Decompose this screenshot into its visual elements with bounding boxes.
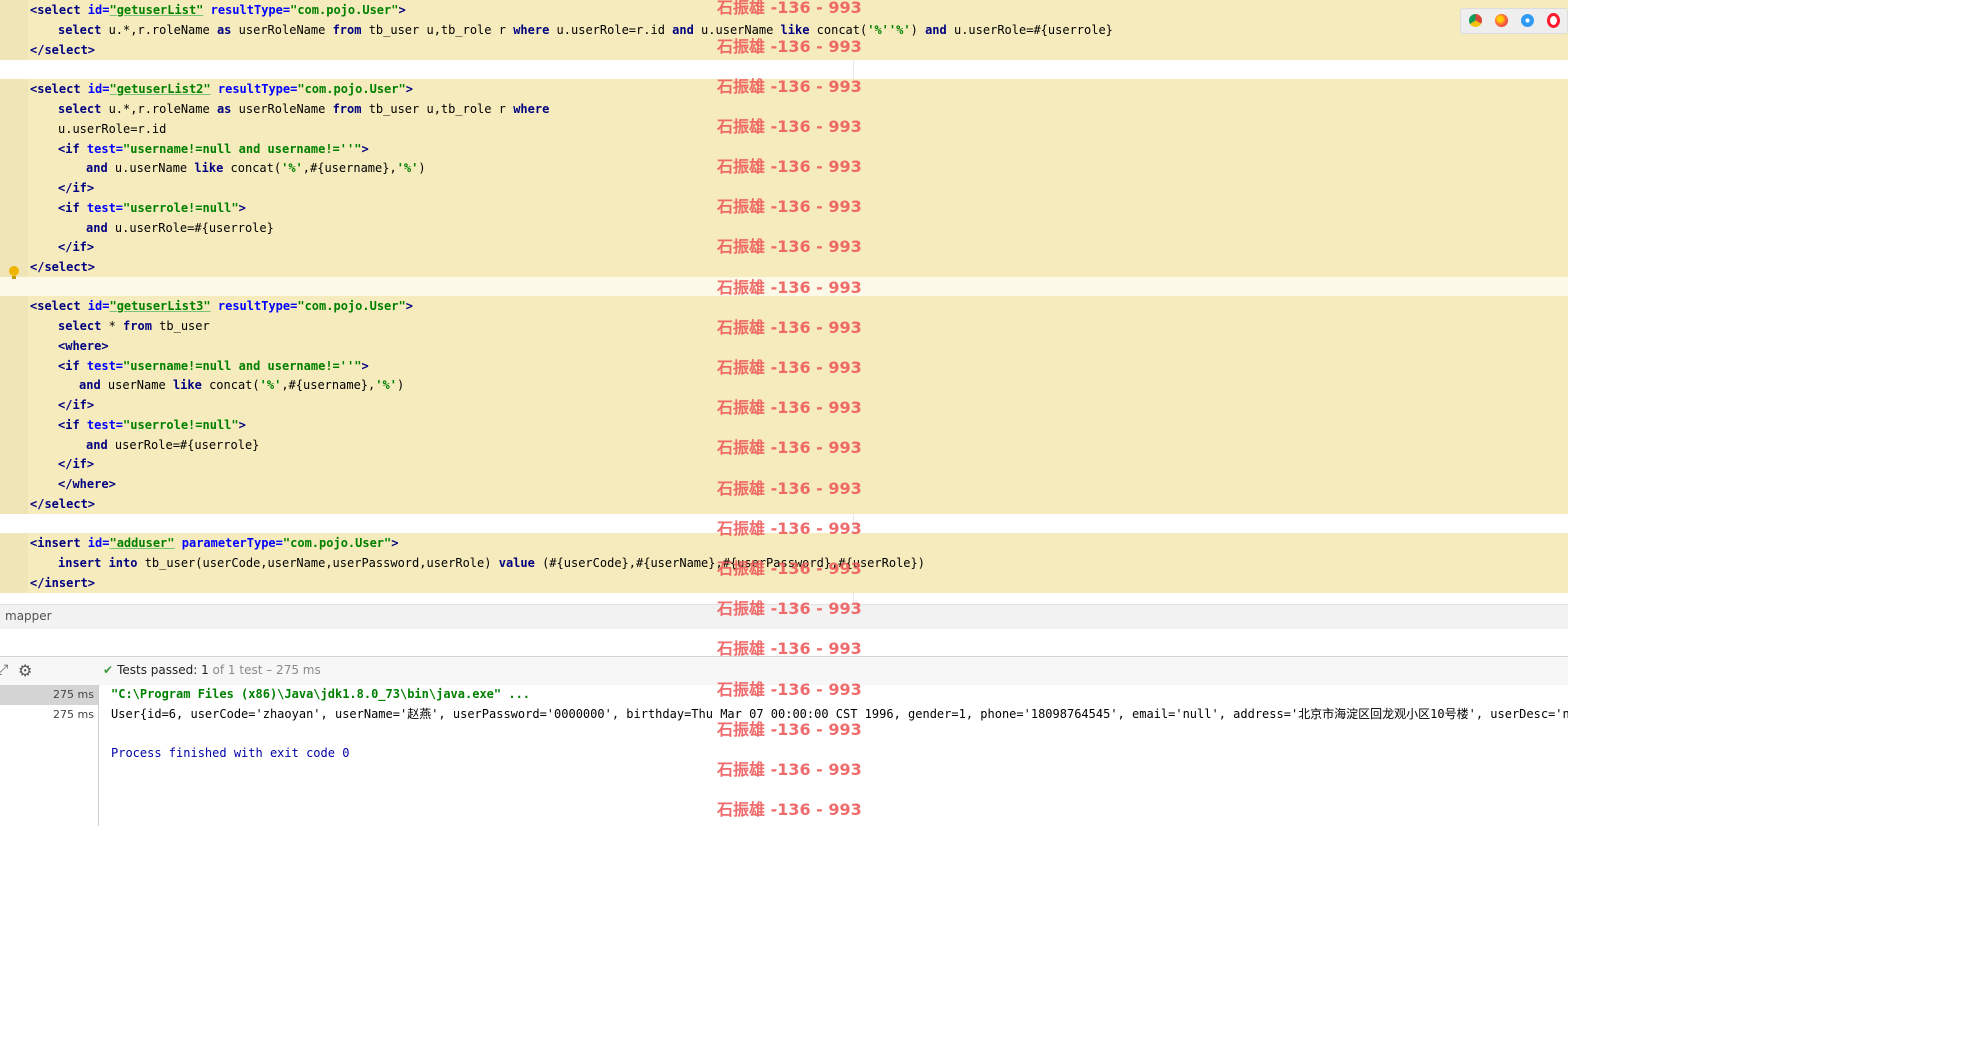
breadcrumb-item[interactable]: mapper (5, 609, 52, 623)
code-line[interactable]: <select id="getuserList3" resultType="co… (0, 296, 1568, 316)
code-line[interactable]: and userName like concat('%',#{username}… (0, 375, 1568, 395)
test-tree[interactable]: 275 ms 275 ms (0, 685, 99, 826)
test-status: ✔ Tests passed: 1 of 1 test – 275 ms (103, 663, 321, 677)
gutter (0, 158, 28, 178)
gutter (0, 178, 28, 198)
gutter (0, 99, 28, 119)
gutter (0, 474, 28, 494)
code-text: select * from tb_user (58, 319, 210, 333)
gutter (0, 356, 28, 376)
code-line[interactable]: <where> (0, 336, 1568, 356)
gutter (0, 20, 28, 40)
watermark-text: 石振雄 -136 - 993 (717, 37, 862, 56)
gutter (0, 139, 28, 159)
code-text: and userRole=#{userrole} (86, 438, 260, 452)
browser-preview-bar (1460, 8, 1568, 34)
watermark-text: 石振雄 -136 - 993 (717, 680, 862, 699)
watermark-text: 石振雄 -136 - 993 (717, 800, 862, 819)
watermark-text: 石振雄 -136 - 993 (717, 438, 862, 457)
watermark-text: 石振雄 -136 - 993 (717, 599, 862, 618)
code-text: <select id="getuserList2" resultType="co… (30, 82, 413, 96)
gutter (0, 79, 28, 99)
code-text: </select> (30, 497, 96, 511)
code-text: <if test="userrole!=null"> (58, 201, 246, 215)
console-line-command: "C:\Program Files (x86)\Java\jdk1.8.0_73… (111, 687, 531, 701)
code-text: </if> (58, 240, 95, 254)
code-text: <where> (58, 339, 109, 353)
gutter (0, 237, 28, 257)
gutter (0, 198, 28, 218)
code-text: <if test="username!=null and username!='… (58, 142, 369, 156)
code-text: and userName like concat('%',#{username}… (79, 378, 405, 392)
gutter (0, 375, 28, 395)
gutter (0, 435, 28, 455)
gutter (0, 395, 28, 415)
watermark-text: 石振雄 -136 - 993 (717, 197, 862, 216)
code-text: and u.userRole=#{userrole} (86, 221, 274, 235)
code-text: </if> (58, 181, 95, 195)
code-text: select u.*,r.roleName as userRoleName fr… (58, 102, 550, 116)
gutter (0, 316, 28, 336)
test-tree-row[interactable]: 275 ms (0, 685, 98, 705)
code-text: </insert> (30, 576, 96, 590)
watermark-text: 石振雄 -136 - 993 (717, 720, 862, 739)
code-text: </if> (58, 457, 95, 471)
watermark-text: 石振雄 -136 - 993 (717, 278, 862, 297)
watermark-text: 石振雄 -136 - 993 (717, 559, 862, 578)
watermark-text: 石振雄 -136 - 993 (717, 760, 862, 779)
test-tree-row[interactable]: 275 ms (0, 705, 98, 725)
gutter (0, 494, 28, 514)
gutter (0, 573, 28, 593)
expand-icon[interactable]: ⤢ (0, 662, 8, 678)
gutter (0, 553, 28, 573)
watermark-text: 石振雄 -136 - 993 (717, 117, 862, 136)
watermark-text: 石振雄 -136 - 993 (717, 237, 862, 256)
test-duration: 275 ms (53, 688, 94, 701)
gutter (0, 336, 28, 356)
watermark-text: 石振雄 -136 - 993 (717, 639, 862, 658)
watermark-text: 石振雄 -136 - 993 (717, 157, 862, 176)
test-duration: 275 ms (53, 708, 94, 721)
watermark-text: 石振雄 -136 - 993 (717, 519, 862, 538)
code-text: </select> (30, 43, 96, 57)
gutter (0, 218, 28, 238)
code-line[interactable]: <if test="userrole!=null"> (0, 415, 1568, 435)
console-line-exit: Process finished with exit code 0 (111, 746, 350, 760)
test-status-label: Tests passed: 1 (117, 663, 209, 677)
code-text: select u.*,r.roleName as userRoleName fr… (58, 23, 1113, 37)
safari-icon[interactable] (1521, 14, 1534, 27)
chrome-icon[interactable] (1469, 14, 1482, 27)
code-text: <if test="username!=null and username!='… (58, 359, 369, 373)
gutter (0, 40, 28, 60)
code-text: u.userRole=r.id (58, 122, 167, 136)
test-status-detail: of 1 test – 275 ms (208, 663, 321, 677)
gear-icon[interactable]: ⚙ (18, 661, 32, 680)
code-text: <if test="userrole!=null"> (58, 418, 246, 432)
code-text: and u.userName like concat('%',#{usernam… (86, 161, 426, 175)
gutter (0, 0, 28, 20)
code-text: </where> (58, 477, 116, 491)
code-text: <insert id="adduser" parameterType="com.… (30, 536, 399, 550)
gutter (0, 296, 28, 316)
code-text: </select> (30, 260, 96, 274)
check-icon: ✔ (103, 663, 114, 677)
watermark-text: 石振雄 -136 - 993 (717, 318, 862, 337)
intention-bulb-icon[interactable] (9, 266, 19, 279)
gutter (0, 119, 28, 139)
code-text: <select id="getuserList3" resultType="co… (30, 299, 413, 313)
watermark-text: 石振雄 -136 - 993 (717, 358, 862, 377)
opera-icon[interactable] (1547, 13, 1560, 28)
gutter (0, 454, 28, 474)
firefox-icon[interactable] (1495, 14, 1508, 27)
watermark-text: 石振雄 -136 - 993 (717, 398, 862, 417)
watermark-text: 石振雄 -136 - 993 (717, 479, 862, 498)
watermark-text: 石振雄 -136 - 993 (717, 0, 862, 17)
gutter (0, 415, 28, 435)
gutter (0, 533, 28, 553)
watermark-text: 石振雄 -136 - 993 (717, 77, 862, 96)
code-text: <select id="getuserList" resultType="com… (30, 3, 406, 17)
code-text: </if> (58, 398, 95, 412)
